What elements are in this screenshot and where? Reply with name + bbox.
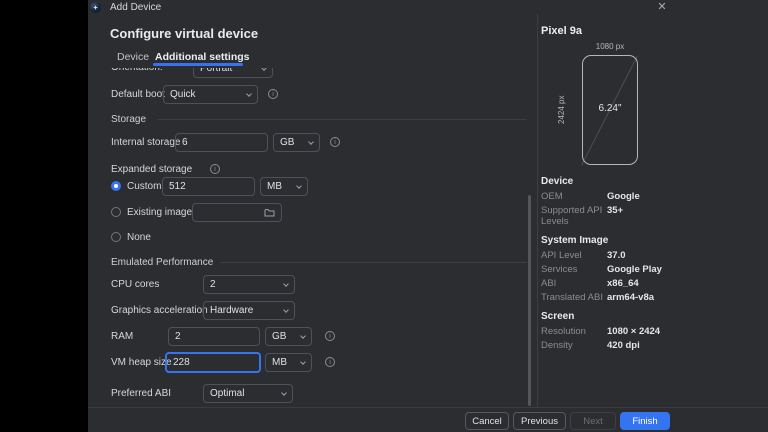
title-bar: Add Device ✕: [88, 0, 768, 14]
screen-height-label: 2424 px: [557, 95, 566, 125]
page-title: Configure virtual device: [110, 26, 259, 41]
ram-label: RAM: [111, 331, 134, 342]
orientation-select[interactable]: Portrait: [193, 68, 273, 78]
chevron-down-icon: [296, 182, 302, 189]
internal-storage-info-icon[interactable]: i: [330, 137, 340, 147]
chevron-down-icon: [308, 138, 314, 145]
vm-heap-input[interactable]: [165, 352, 261, 373]
custom-storage-input[interactable]: [162, 177, 255, 196]
internal-storage-label: Internal storage: [111, 137, 181, 148]
cancel-button[interactable]: Cancel: [465, 412, 509, 430]
custom-storage-unit-select[interactable]: MB: [260, 177, 308, 196]
folder-icon[interactable]: [264, 208, 275, 217]
storage-section-header: Storage: [111, 114, 147, 125]
existing-image-label: Existing image: [127, 207, 193, 218]
chevron-down-icon: [261, 68, 267, 71]
spec-section-title: Screen: [541, 311, 575, 322]
chevron-down-icon: [283, 306, 289, 313]
spec-row: ABI x86_64: [541, 278, 639, 289]
internal-storage-input[interactable]: [175, 133, 268, 152]
footer-divider: [88, 407, 768, 408]
default-boot-info-icon[interactable]: i: [268, 89, 278, 99]
form-scroll-clip: Orientation: Portrait: [88, 68, 528, 78]
ram-unit-select[interactable]: GB: [265, 327, 312, 346]
custom-radio[interactable]: [111, 181, 121, 191]
performance-section-header: Emulated Performance: [111, 257, 214, 268]
spec-row: Translated ABI arm64-v8a: [541, 292, 655, 303]
device-specs: Device OEM Google Supported API Levels 3…: [541, 176, 756, 354]
spec-row: OEM Google: [541, 191, 640, 202]
chevron-down-icon: [281, 389, 287, 396]
spec-row: Resolution 1080 × 2424: [541, 326, 661, 337]
next-button[interactable]: Next: [570, 412, 616, 430]
chevron-down-icon: [300, 332, 306, 339]
graphics-acceleration-select[interactable]: Hardware: [203, 301, 295, 320]
add-device-dialog: Add Device ✕ Configure virtual device De…: [88, 0, 768, 432]
custom-radio-label: Custom: [127, 181, 162, 192]
vm-heap-label: VM heap size: [111, 357, 172, 368]
chevron-down-icon: [246, 90, 252, 97]
existing-image-radio[interactable]: [111, 207, 121, 217]
cpu-cores-select[interactable]: 2: [203, 275, 295, 294]
spec-row: Density 420 dpi: [541, 340, 640, 351]
existing-image-field[interactable]: [192, 203, 282, 222]
ram-info-icon[interactable]: i: [325, 331, 335, 341]
storage-section-divider: [158, 119, 527, 120]
vm-heap-unit-select[interactable]: MB: [265, 353, 312, 372]
graphics-acceleration-label: Graphics acceleration: [111, 305, 208, 316]
vm-heap-info-icon[interactable]: i: [325, 357, 335, 367]
performance-section-divider: [220, 262, 527, 263]
none-radio[interactable]: [111, 232, 121, 242]
panel-divider: [537, 14, 538, 407]
spec-row: API Level 37.0: [541, 250, 626, 261]
screen-width-label: 1080 px: [595, 42, 625, 51]
none-radio-label: None: [127, 232, 151, 243]
preferred-abi-select[interactable]: Optimal: [203, 384, 293, 403]
preferred-abi-label: Preferred ABI: [111, 388, 172, 399]
spec-section-title: Device: [541, 176, 574, 187]
vertical-scrollbar[interactable]: [528, 195, 531, 406]
spec-section-title: System Image: [541, 235, 609, 246]
default-boot-select[interactable]: Quick: [163, 85, 258, 104]
spec-row: Supported API Levels 35+: [541, 205, 624, 227]
default-boot-label: Default boot: [111, 89, 165, 100]
screen-size-label: 6.24": [598, 103, 622, 114]
ram-input[interactable]: [168, 327, 260, 346]
internal-storage-unit-select[interactable]: GB: [273, 133, 320, 152]
chevron-down-icon: [283, 280, 289, 287]
expanded-storage-info-icon[interactable]: i: [210, 164, 220, 174]
window-title: Add Device: [110, 2, 162, 13]
cpu-cores-label: CPU cores: [111, 279, 160, 290]
android-studio-icon: [90, 2, 101, 13]
device-name: Pixel 9a: [541, 25, 582, 37]
tab-additional-settings[interactable]: Additional settings: [155, 51, 250, 63]
tab-device[interactable]: Device: [117, 51, 149, 63]
previous-button[interactable]: Previous: [513, 412, 566, 430]
finish-button[interactable]: Finish: [620, 412, 670, 430]
spec-row: Services Google Play: [541, 264, 662, 275]
close-icon[interactable]: ✕: [654, 0, 670, 14]
chevron-down-icon: [300, 358, 306, 365]
active-tab-underline: [153, 63, 243, 66]
orientation-label: Orientation:: [111, 68, 163, 77]
